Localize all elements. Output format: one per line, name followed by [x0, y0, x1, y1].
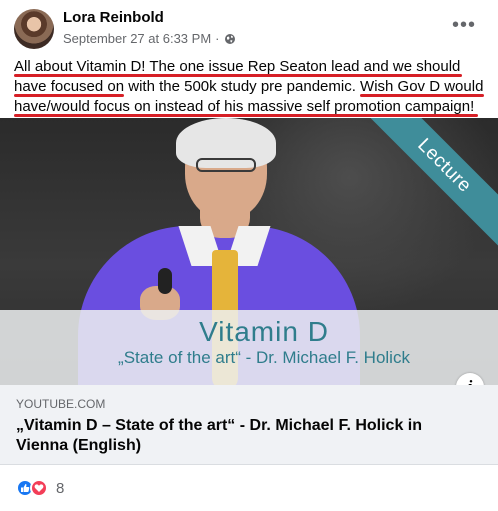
- author-name[interactable]: Lora Reinbold: [63, 9, 164, 26]
- post-header: Lora Reinbold September 27 at 6:33 PM · …: [0, 0, 498, 56]
- highlight-underline: [14, 74, 462, 77]
- speaker-glasses: [196, 158, 256, 172]
- link-title[interactable]: „Vitamin D – State of the art“ - Dr. Mic…: [16, 416, 476, 456]
- highlight-underline: [360, 94, 484, 97]
- highlight-underline: [14, 114, 478, 117]
- highlight-underline: [14, 94, 124, 97]
- microphone: [158, 268, 172, 294]
- video-thumbnail[interactable]: Lecture Vitamin D „State of the art“ - D…: [0, 118, 498, 385]
- avatar[interactable]: [14, 9, 54, 49]
- reactions-bar[interactable]: 8: [16, 478, 64, 498]
- globe-icon: [224, 33, 236, 45]
- reaction-count[interactable]: 8: [56, 480, 64, 497]
- meta-separator: ·: [215, 31, 220, 46]
- video-caption-subtitle: „State of the art“ - Dr. Michael F. Holi…: [118, 348, 410, 367]
- link-domain: YOUTUBE.COM: [16, 397, 106, 411]
- link-preview[interactable]: YOUTUBE.COM „Vitamin D – State of the ar…: [0, 385, 498, 465]
- post-meta: September 27 at 6:33 PM ·: [63, 31, 236, 46]
- post-text: All about Vitamin D! The one issue Rep S…: [14, 57, 492, 117]
- love-icon: [30, 479, 48, 497]
- more-options-icon[interactable]: •••: [452, 14, 476, 37]
- video-caption-title: Vitamin D: [199, 316, 329, 347]
- post-timestamp[interactable]: September 27 at 6:33 PM: [63, 31, 211, 46]
